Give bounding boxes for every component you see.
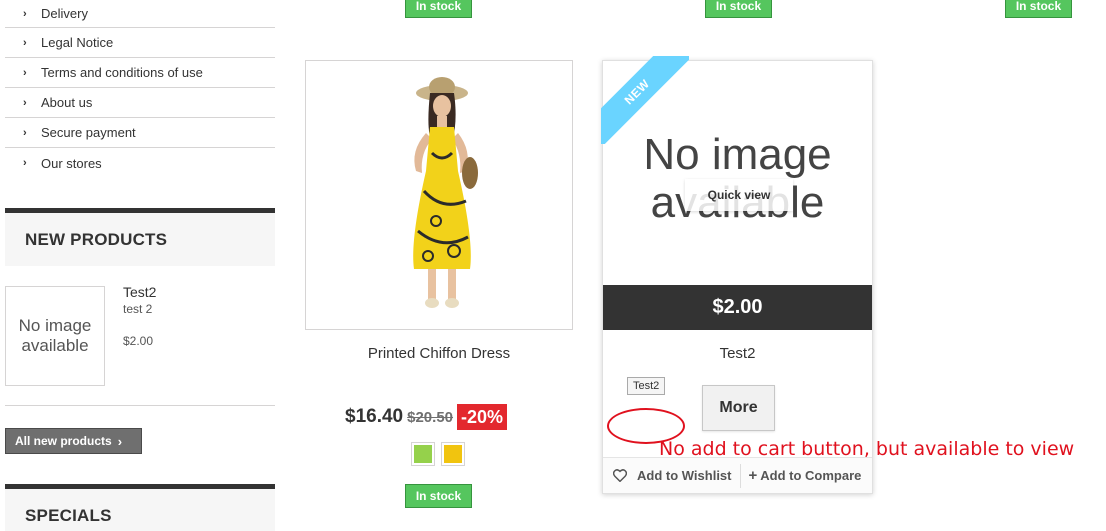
product-name-chiffon-dress[interactable]: Printed Chiffon Dress bbox=[305, 345, 573, 362]
product-old-price: $20.50 bbox=[407, 408, 454, 426]
specials-title: SPECIALS bbox=[5, 484, 275, 531]
all-new-products-label: All new products bbox=[15, 434, 112, 448]
info-link-label: Our stores bbox=[41, 155, 102, 171]
new-product-name[interactable]: Test2 bbox=[123, 284, 156, 300]
new-product-thumbnail[interactable]: No image available bbox=[5, 286, 105, 386]
info-link-label: Delivery bbox=[41, 6, 88, 21]
chevron-right-icon: › bbox=[23, 96, 27, 109]
color-swatch-green[interactable] bbox=[411, 442, 435, 466]
info-link-secure-payment[interactable]: › Secure payment bbox=[5, 118, 275, 148]
info-link-terms[interactable]: › Terms and conditions of use bbox=[5, 58, 275, 88]
info-link-about-us[interactable]: › About us bbox=[5, 88, 275, 118]
product-price: $16.40 bbox=[345, 406, 404, 427]
info-link-our-stores[interactable]: › Our stores bbox=[5, 148, 275, 178]
swatch-fill bbox=[414, 445, 432, 463]
chevron-right-icon: › bbox=[23, 66, 27, 79]
annotation-text: No add to cart button, but available to … bbox=[659, 438, 1075, 460]
new-product-price: $2.00 bbox=[123, 334, 154, 348]
stock-badge: In stock bbox=[1005, 0, 1072, 18]
tooltip: Test2 bbox=[627, 377, 666, 395]
new-ribbon: NEW bbox=[601, 56, 689, 144]
stock-badge: In stock bbox=[705, 0, 772, 18]
product-price-bar: $2.00 bbox=[603, 285, 872, 330]
swatch-fill bbox=[444, 445, 462, 463]
wishlist-label: Add to Wishlist bbox=[637, 468, 732, 483]
color-swatch-yellow[interactable] bbox=[441, 442, 465, 466]
info-link-label: Secure payment bbox=[41, 125, 136, 140]
discount-badge: -20% bbox=[457, 404, 508, 430]
compare-label: Add to Compare bbox=[760, 468, 862, 483]
information-links: › Delivery › Legal Notice › Terms and condi… bbox=[5, 0, 275, 178]
product-name-test2[interactable]: Test2 bbox=[603, 345, 872, 362]
stock-badge: In stock bbox=[405, 0, 472, 18]
info-link-label: About us bbox=[41, 95, 93, 110]
left-sidebar: › Delivery › Legal Notice › Terms and condi… bbox=[5, 0, 275, 178]
info-link-label: Legal Notice bbox=[41, 35, 114, 50]
more-button[interactable]: More bbox=[702, 385, 775, 431]
info-link-label: Terms and conditions of use bbox=[41, 65, 203, 80]
heart-icon bbox=[613, 469, 627, 482]
add-to-wishlist-link[interactable]: Add to Wishlist bbox=[603, 458, 732, 493]
new-badge: NEW bbox=[601, 56, 689, 144]
divider bbox=[739, 463, 741, 488]
card-footer: Add to Wishlist + Add to Compare bbox=[603, 457, 872, 493]
new-products-title: NEW PRODUCTS bbox=[5, 208, 275, 266]
info-link-delivery[interactable]: › Delivery bbox=[5, 0, 275, 28]
all-new-products-button[interactable]: All new products › bbox=[5, 428, 142, 454]
dress-model-photo bbox=[413, 77, 478, 308]
new-product-item: No image available Test2 test 2 $2.00 bbox=[5, 266, 275, 406]
stock-badge: In stock bbox=[405, 484, 472, 508]
chevron-right-icon: › bbox=[23, 36, 27, 49]
quick-view-button[interactable]: Quick view bbox=[685, 179, 793, 211]
chevron-right-icon: › bbox=[117, 433, 123, 449]
product-image-chiffon-dress[interactable] bbox=[305, 60, 573, 330]
add-to-compare-link[interactable]: + Add to Compare bbox=[749, 458, 862, 493]
chevron-right-icon: › bbox=[23, 157, 27, 169]
chevron-right-icon: › bbox=[23, 126, 27, 139]
chevron-right-icon: › bbox=[23, 7, 27, 20]
info-link-legal-notice[interactable]: › Legal Notice bbox=[5, 28, 275, 58]
plus-icon: + bbox=[748, 467, 758, 484]
new-product-desc: test 2 bbox=[123, 302, 153, 316]
product-price-row: $16.40 $20.50 -20% bbox=[345, 404, 508, 430]
